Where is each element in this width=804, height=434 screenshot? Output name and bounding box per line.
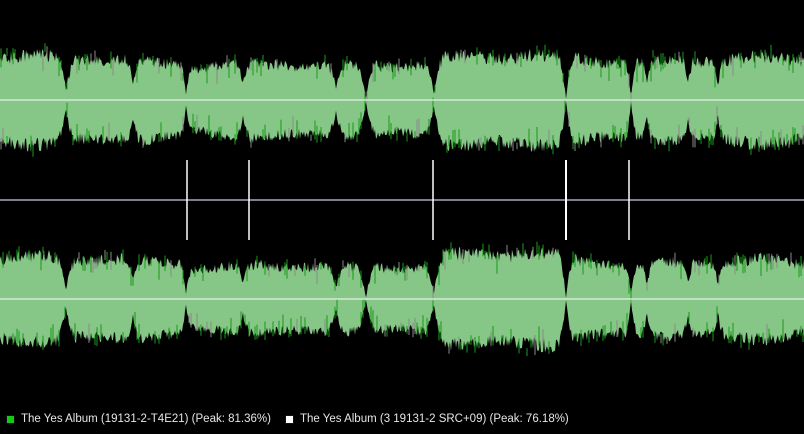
legend-swatch-green xyxy=(6,414,15,424)
waveform-channel-top xyxy=(0,43,804,157)
waveform-viewer: The Yes Album (19131-2-T4E21) (Peak: 81.… xyxy=(0,0,804,434)
legend-swatch-white xyxy=(284,414,294,424)
legend-item-track-2: The Yes Album (3 19131-2 SRC+09) (Peak: … xyxy=(284,413,569,425)
legend-label-track-1: The Yes Album (19131-2-T4E21) (Peak: 81.… xyxy=(21,413,271,425)
legend-item-track-1: The Yes Album (19131-2-T4E21) (Peak: 81.… xyxy=(6,413,271,425)
legend-label-track-2: The Yes Album (3 19131-2 SRC+09) (Peak: … xyxy=(299,413,569,425)
waveform-channel-bottom xyxy=(0,241,804,357)
legend-bar: The Yes Album (19131-2-T4E21) (Peak: 81.… xyxy=(0,404,804,434)
waveform-display[interactable] xyxy=(0,0,804,404)
